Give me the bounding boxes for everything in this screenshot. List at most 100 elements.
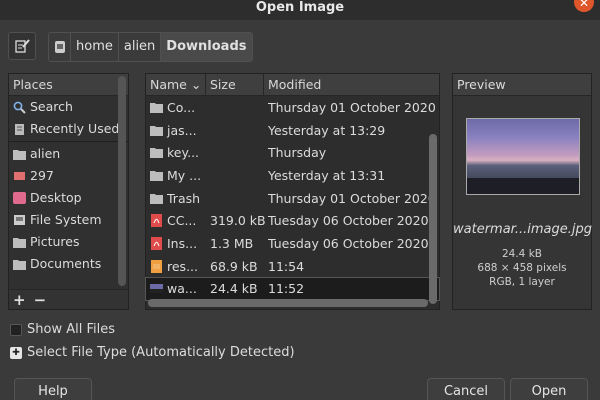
file-name: res... [167, 258, 198, 274]
places-sidebar: Places Search Recently Used alien 297 De… [8, 73, 129, 310]
file-modified: 11:54 [268, 258, 305, 274]
file-name-cell: Trash [146, 191, 206, 206]
image-thumb-icon [150, 284, 163, 294]
help-button[interactable]: Help [14, 378, 92, 400]
places-item-documents[interactable]: Documents [9, 253, 128, 275]
places-separator [9, 141, 128, 142]
preview-thumbnail [466, 118, 580, 195]
sort-down-icon: ⌄ [190, 77, 202, 92]
select-file-type-expander[interactable]: ✚ Select File Type (Automatically Detect… [10, 345, 295, 360]
file-row[interactable]: Ins... 1.3 MB Tuesday 06 October 2020 [146, 232, 439, 255]
places-item-recently-used[interactable]: Recently Used [9, 118, 128, 140]
places-item-label: alien [30, 146, 61, 161]
expander-plus-icon[interactable]: ✚ [10, 346, 22, 359]
breadcrumb: home alien Downloads [48, 32, 253, 62]
places-item-label: Desktop [30, 190, 82, 205]
file-row[interactable]: wa... 24.4 kB 11:52 [145, 276, 440, 302]
folder-icon [150, 170, 163, 181]
places-item-file-system[interactable]: File System [9, 209, 128, 231]
edit-location-button[interactable] [8, 32, 36, 60]
places-item-label: Documents [30, 256, 102, 271]
file-row[interactable]: key... Thursday [146, 141, 439, 164]
file-row[interactable]: jas... Yesterday at 13:29 [146, 119, 439, 142]
places-item-pictures[interactable]: Pictures [9, 231, 128, 253]
column-name-label: Name [150, 77, 187, 92]
places-item-desktop[interactable]: Desktop [9, 187, 128, 209]
preview-dimensions: 688 × 458 pixels [477, 262, 567, 274]
file-modified: Yesterday at 13:31 [268, 167, 386, 183]
file-name-cell: jas... [146, 123, 206, 138]
select-file-type-label: Select File Type (Automatically Detected… [27, 345, 295, 360]
file-list: Name ⌄ Size Modified Co... Thursday 01 Oc… [145, 73, 440, 310]
places-item-label: Pictures [30, 234, 80, 249]
places-item-297[interactable]: 297 [9, 165, 128, 187]
folder-icon [150, 102, 163, 113]
places-item-search[interactable]: Search [9, 96, 128, 118]
file-name: key... [167, 145, 200, 161]
pdf-icon [151, 236, 162, 250]
pdf-icon [151, 214, 162, 228]
drive-icon [54, 41, 65, 53]
thumbnail-shoreline [467, 178, 579, 194]
folder-icon [13, 238, 26, 248]
preview-panel: Preview watermar...image.jpg 24.4 kB 688… [452, 73, 592, 310]
column-header-modified[interactable]: Modified [264, 74, 436, 95]
preview-filename: watermar...image.jpg [453, 222, 592, 237]
file-row[interactable]: Trash Thursday 01 October 2020 [146, 187, 439, 210]
file-list-horizontal-scrollbar[interactable] [148, 299, 428, 307]
places-item-label: 297 [30, 168, 54, 183]
file-size: 1.3 MB [210, 235, 254, 251]
places-toolbar: + − [9, 289, 128, 309]
places-item-label: File System [30, 212, 102, 227]
file-size: 68.9 kB [210, 258, 258, 274]
window-title: Open Image [255, 0, 345, 15]
breadcrumb-alien[interactable]: alien [118, 33, 162, 61]
file-modified: Tuesday 06 October 2020 [268, 213, 429, 229]
folder-icon [150, 193, 163, 204]
folder-icon [150, 125, 163, 136]
file-size: 24.4 kB [210, 281, 258, 297]
breadcrumb-drive[interactable] [49, 33, 71, 61]
show-all-files-option[interactable]: Show All Files [10, 322, 115, 337]
folder-icon [13, 260, 26, 270]
file-name: My ... [167, 167, 202, 183]
file-name: Co... [167, 99, 196, 115]
file-row[interactable]: res... 68.9 kB 11:54 [146, 255, 439, 278]
file-name: Ins... [167, 235, 198, 251]
file-rows: Co... Thursday 01 October 2020 jas... Yeste… [145, 96, 440, 302]
file-name: Trash [167, 190, 201, 206]
cancel-button[interactable]: Cancel [427, 378, 505, 400]
show-all-files-checkbox[interactable] [10, 323, 22, 336]
image-icon [151, 259, 162, 273]
file-name-cell: wa... [146, 281, 206, 296]
file-row[interactable]: My ... Yesterday at 13:31 [146, 164, 439, 187]
desktop-icon [13, 192, 26, 204]
breadcrumb-home[interactable]: home [71, 33, 119, 61]
places-item-alien[interactable]: alien [9, 143, 128, 165]
file-name-cell: key... [146, 145, 206, 160]
path-bar: home alien Downloads [8, 32, 253, 62]
file-modified: Yesterday at 13:29 [268, 122, 386, 138]
places-item-label: Recently Used [30, 121, 120, 136]
file-row[interactable]: Co... Thursday 01 October 2020 [146, 96, 439, 119]
preview-header: Preview [453, 74, 591, 96]
file-name-cell: My ... [146, 168, 206, 183]
open-button[interactable]: Open [510, 378, 588, 400]
file-modified: Tuesday 06 October 2020 [268, 235, 429, 251]
places-header: Places [9, 74, 128, 96]
add-bookmark-button[interactable]: + [13, 291, 26, 309]
edit-location-icon [15, 39, 30, 53]
column-header-name[interactable]: Name ⌄ [146, 74, 206, 95]
file-list-vertical-scrollbar[interactable] [429, 134, 437, 304]
places-item-label: Search [30, 99, 73, 114]
places-scrollbar[interactable] [118, 76, 126, 286]
recent-icon [15, 123, 24, 135]
file-name-cell: res... [146, 259, 206, 274]
remove-bookmark-button[interactable]: − [34, 291, 47, 309]
file-name: wa... [167, 281, 197, 297]
breadcrumb-downloads[interactable]: Downloads [161, 33, 252, 61]
file-row[interactable]: CC... 319.0 kB Tuesday 06 October 2020 [146, 209, 439, 232]
column-header-size[interactable]: Size [206, 74, 264, 95]
file-modified: Thursday 01 October 2020 [268, 99, 436, 115]
file-name: CC... [167, 213, 197, 229]
